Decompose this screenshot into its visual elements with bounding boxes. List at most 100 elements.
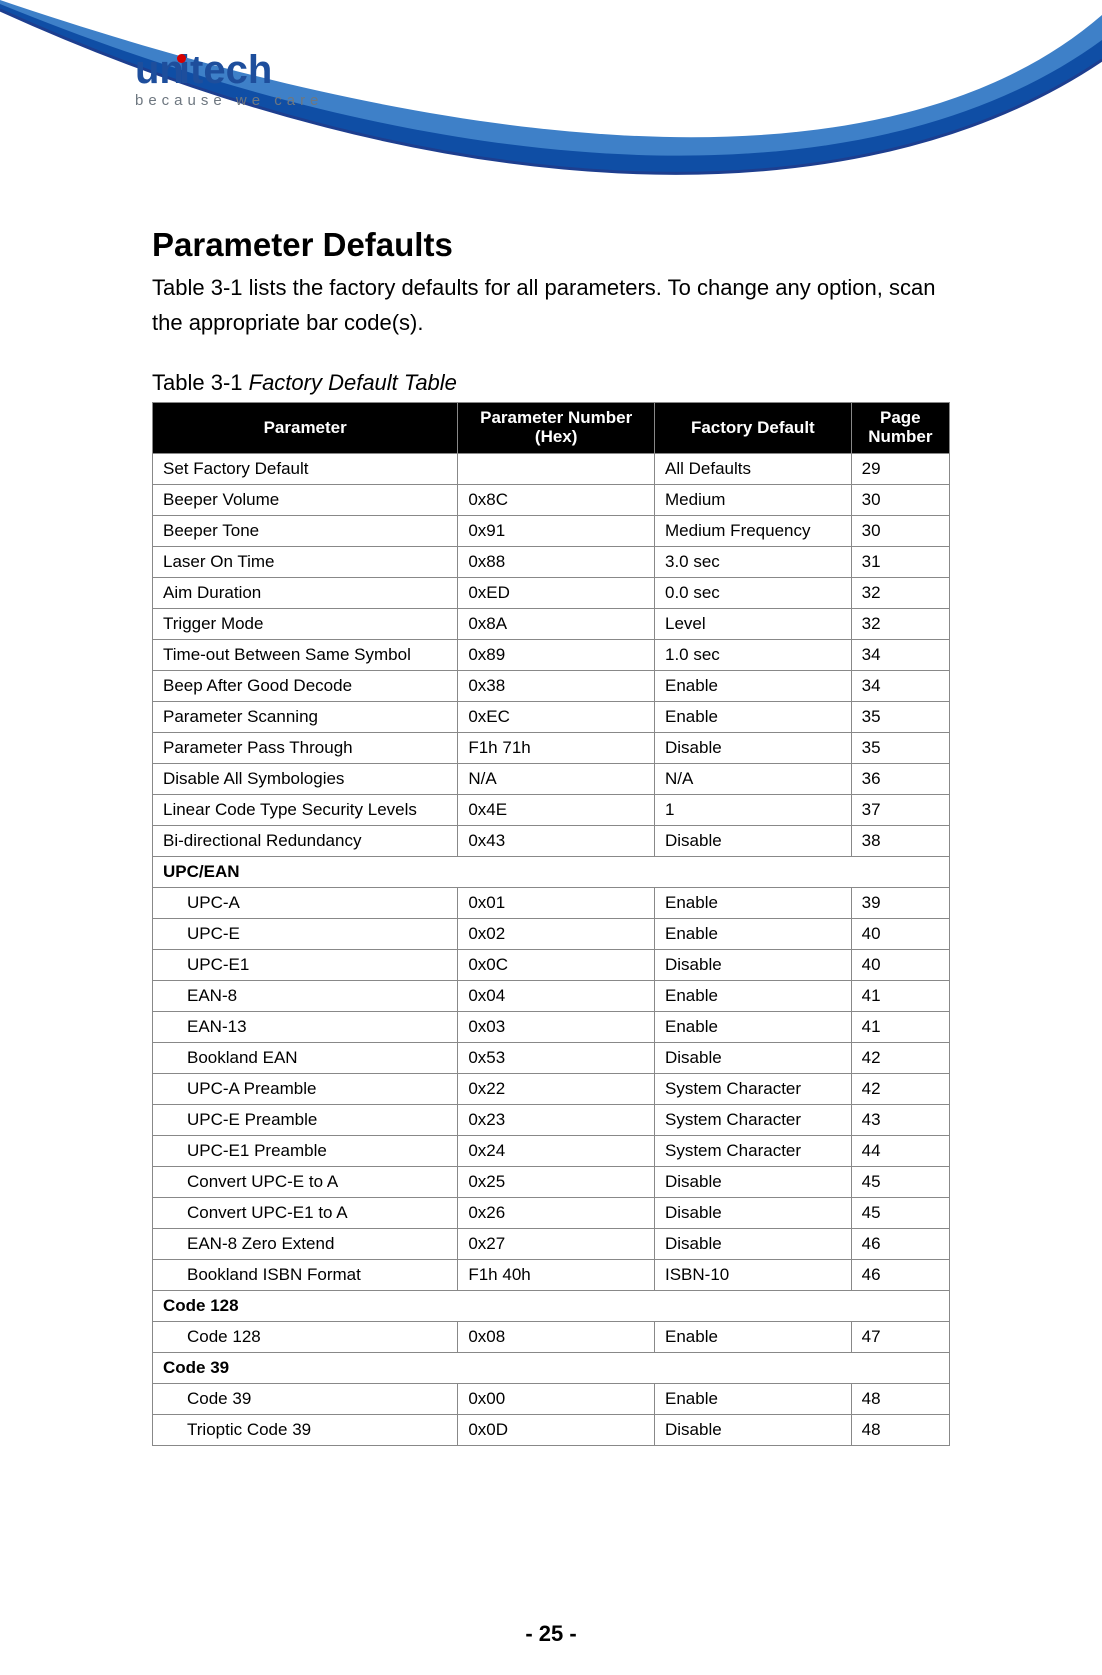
cell-default: System Character bbox=[655, 1104, 852, 1135]
cell-param: Code 128 bbox=[153, 1321, 458, 1352]
cell-default: Disable bbox=[655, 1166, 852, 1197]
cell-param: Parameter Pass Through bbox=[153, 732, 458, 763]
cell-page: 44 bbox=[851, 1135, 949, 1166]
cell-default: Enable bbox=[655, 1011, 852, 1042]
col-page: Page Number bbox=[851, 403, 949, 453]
table-row: Bookland EAN0x53Disable42 bbox=[153, 1042, 950, 1073]
cell-default: Enable bbox=[655, 701, 852, 732]
cell-param: EAN-8 bbox=[153, 980, 458, 1011]
cell-param: Bookland ISBN Format bbox=[153, 1259, 458, 1290]
cell-hex: 0x89 bbox=[458, 639, 655, 670]
table-row: Disable All SymbologiesN/AN/A36 bbox=[153, 763, 950, 794]
cell-param: Set Factory Default bbox=[153, 453, 458, 484]
cell-page: 31 bbox=[851, 546, 949, 577]
cell-page: 40 bbox=[851, 949, 949, 980]
col-default: Factory Default bbox=[655, 403, 852, 453]
brand-name: unitech bbox=[135, 48, 323, 90]
cell-default: Enable bbox=[655, 670, 852, 701]
col-hex: Parameter Number (Hex) bbox=[458, 403, 655, 453]
content-area: Parameter Defaults Table 3-1 lists the f… bbox=[152, 226, 950, 1446]
cell-default: Disable bbox=[655, 732, 852, 763]
cell-param: EAN-13 bbox=[153, 1011, 458, 1042]
cell-hex: 0x01 bbox=[458, 887, 655, 918]
table-row: UPC-A Preamble0x22System Character42 bbox=[153, 1073, 950, 1104]
cell-hex: 0x04 bbox=[458, 980, 655, 1011]
cell-hex: 0x38 bbox=[458, 670, 655, 701]
cell-hex: 0x53 bbox=[458, 1042, 655, 1073]
table-row: Convert UPC-E1 to A0x26Disable45 bbox=[153, 1197, 950, 1228]
cell-page: 42 bbox=[851, 1042, 949, 1073]
cell-default: Enable bbox=[655, 918, 852, 949]
cell-page: 40 bbox=[851, 918, 949, 949]
cell-default: Medium bbox=[655, 484, 852, 515]
table-row: UPC-A0x01Enable39 bbox=[153, 887, 950, 918]
cell-hex: 0x43 bbox=[458, 825, 655, 856]
table-row: Code 390x00Enable48 bbox=[153, 1383, 950, 1414]
table-row: UPC-E1 Preamble0x24System Character44 bbox=[153, 1135, 950, 1166]
cell-default: Enable bbox=[655, 1321, 852, 1352]
cell-param: Parameter Scanning bbox=[153, 701, 458, 732]
table-header-row: Parameter Parameter Number (Hex) Factory… bbox=[153, 403, 950, 453]
cell-param: Trioptic Code 39 bbox=[153, 1414, 458, 1445]
cell-hex: 0x23 bbox=[458, 1104, 655, 1135]
cell-hex: 0x88 bbox=[458, 546, 655, 577]
cell-default: System Character bbox=[655, 1135, 852, 1166]
cell-param: Laser On Time bbox=[153, 546, 458, 577]
table-row: UPC/EAN bbox=[153, 856, 950, 887]
table-row: UPC-E Preamble0x23System Character43 bbox=[153, 1104, 950, 1135]
cell-default: Level bbox=[655, 608, 852, 639]
cell-hex: 0x4E bbox=[458, 794, 655, 825]
table-row: Linear Code Type Security Levels0x4E137 bbox=[153, 794, 950, 825]
cell-page: 41 bbox=[851, 980, 949, 1011]
cell-hex: 0x02 bbox=[458, 918, 655, 949]
cell-default: Disable bbox=[655, 1042, 852, 1073]
cell-hex: F1h 71h bbox=[458, 732, 655, 763]
cell-default: 1.0 sec bbox=[655, 639, 852, 670]
caption-prefix: Table 3-1 bbox=[152, 370, 249, 395]
table-row: Parameter Pass ThroughF1h 71hDisable35 bbox=[153, 732, 950, 763]
cell-hex: 0x27 bbox=[458, 1228, 655, 1259]
cell-default: Disable bbox=[655, 949, 852, 980]
cell-param: Beeper Volume bbox=[153, 484, 458, 515]
table-row: Code 1280x08Enable47 bbox=[153, 1321, 950, 1352]
cell-page: 32 bbox=[851, 608, 949, 639]
cell-page: 45 bbox=[851, 1197, 949, 1228]
cell-page: 32 bbox=[851, 577, 949, 608]
cell-page: 48 bbox=[851, 1414, 949, 1445]
table-row: Trioptic Code 390x0DDisable48 bbox=[153, 1414, 950, 1445]
cell-param: UPC-E1 Preamble bbox=[153, 1135, 458, 1166]
cell-param: Bi-directional Redundancy bbox=[153, 825, 458, 856]
table-row: Code 39 bbox=[153, 1352, 950, 1383]
cell-default: Disable bbox=[655, 1414, 852, 1445]
cell-param: UPC-E1 bbox=[153, 949, 458, 980]
table-row: Laser On Time0x883.0 sec31 bbox=[153, 546, 950, 577]
section-cell: Code 128 bbox=[153, 1290, 950, 1321]
cell-hex: 0x24 bbox=[458, 1135, 655, 1166]
cell-hex: 0xEC bbox=[458, 701, 655, 732]
table-row: Parameter Scanning0xECEnable35 bbox=[153, 701, 950, 732]
cell-page: 47 bbox=[851, 1321, 949, 1352]
parameter-table: Parameter Parameter Number (Hex) Factory… bbox=[152, 402, 950, 1445]
cell-page: 38 bbox=[851, 825, 949, 856]
cell-page: 43 bbox=[851, 1104, 949, 1135]
cell-param: Convert UPC-E1 to A bbox=[153, 1197, 458, 1228]
table-body: Set Factory DefaultAll Defaults29Beeper … bbox=[153, 453, 950, 1445]
cell-default: Disable bbox=[655, 1228, 852, 1259]
cell-default: 3.0 sec bbox=[655, 546, 852, 577]
cell-page: 39 bbox=[851, 887, 949, 918]
cell-param: Disable All Symbologies bbox=[153, 763, 458, 794]
cell-page: 34 bbox=[851, 670, 949, 701]
page-footer: - 25 - bbox=[0, 1621, 1102, 1647]
cell-default: Enable bbox=[655, 1383, 852, 1414]
table-row: EAN-130x03Enable41 bbox=[153, 1011, 950, 1042]
brand-suffix: tech bbox=[190, 48, 272, 92]
cell-hex: 0x8C bbox=[458, 484, 655, 515]
cell-default: N/A bbox=[655, 763, 852, 794]
cell-page: 36 bbox=[851, 763, 949, 794]
brand-tagline: because we care bbox=[135, 92, 323, 109]
table-row: Beeper Tone0x91Medium Frequency30 bbox=[153, 515, 950, 546]
table-row: Beeper Volume0x8CMedium30 bbox=[153, 484, 950, 515]
cell-param: Beeper Tone bbox=[153, 515, 458, 546]
intro-paragraph: Table 3-1 lists the factory defaults for… bbox=[152, 270, 950, 340]
document-page: unitech because we care Parameter Defaul… bbox=[0, 0, 1102, 1675]
